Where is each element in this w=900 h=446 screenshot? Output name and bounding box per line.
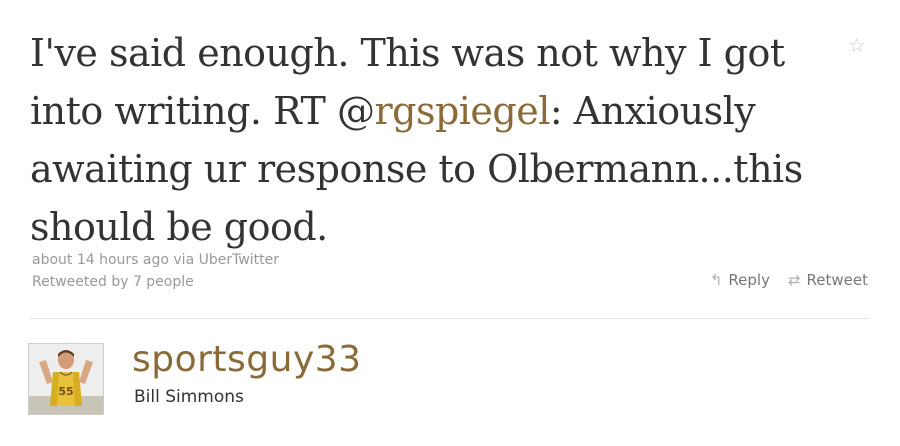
- retweeted-by[interactable]: Retweeted by 7 people: [32, 271, 279, 293]
- tweet-meta: about 14 hours ago via UberTwitter Retwe…: [32, 249, 279, 293]
- author-full-name: Bill Simmons: [134, 387, 244, 407]
- jersey-number: 55: [58, 385, 73, 398]
- star-icon[interactable]: ☆: [846, 34, 868, 56]
- reply-button[interactable]: ↰ Reply: [710, 271, 770, 289]
- avatar-image: 55: [29, 344, 103, 414]
- retweet-label: Retweet: [806, 271, 868, 289]
- timestamp[interactable]: about 14 hours ago via UberTwitter: [32, 249, 279, 271]
- reply-arrow-icon: ↰: [709, 271, 723, 289]
- retweet-icon: ⇄: [787, 271, 801, 289]
- tweet-text: I've said enough. This was not why I got…: [30, 24, 830, 256]
- divider: [30, 318, 870, 319]
- avatar[interactable]: 55: [28, 343, 104, 415]
- mention-link[interactable]: rgspiegel: [374, 89, 550, 133]
- tweet-actions: ↰ Reply ⇄ Retweet: [710, 271, 868, 289]
- retweet-button[interactable]: ⇄ Retweet: [788, 271, 868, 289]
- reply-label: Reply: [728, 271, 770, 289]
- author-screen-name[interactable]: sportsguy33: [132, 338, 362, 382]
